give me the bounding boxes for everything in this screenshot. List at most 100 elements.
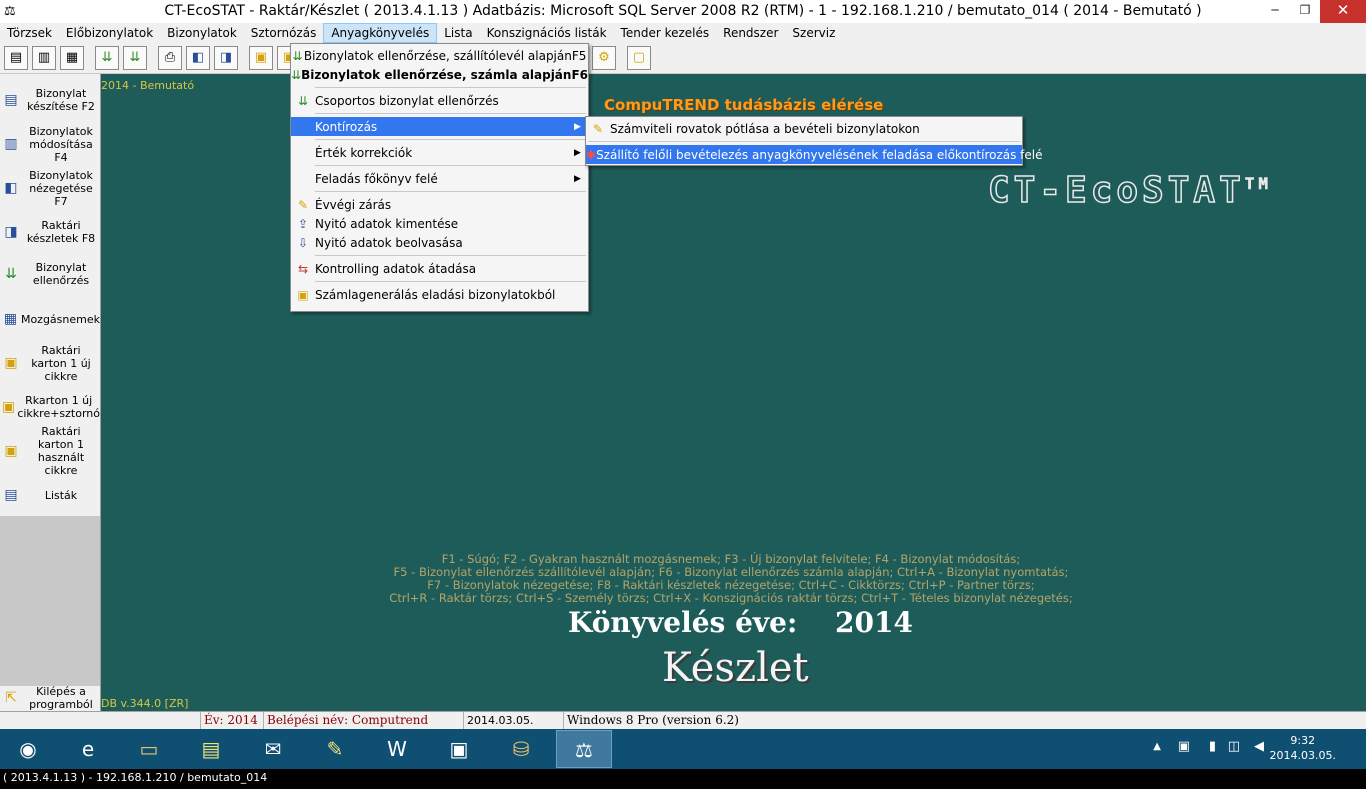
status-login-text: Belépési név: Computrend	[267, 713, 429, 727]
year-value: 2014	[835, 606, 913, 639]
start-button[interactable]: ◉	[0, 730, 56, 768]
status-os-text: Windows 8 Pro (version 6.2)	[567, 713, 739, 727]
sidebar-item-label: Bizonylatok módosítása F4	[29, 124, 93, 164]
sidebar-item-raktari-karton-hasznalt[interactable]: ▣ Raktári karton 1 használt cikkre	[0, 425, 100, 477]
tray-volume-icon[interactable]: ◀	[1254, 739, 1264, 754]
menu-item-kontrolling[interactable]: ⇆ Kontrolling adatok átadása	[291, 259, 588, 278]
sidebar-item-raktari-karton-uj[interactable]: ▣ Raktári karton 1 új cikkre	[0, 344, 100, 383]
tray-expand-icon[interactable]: ▲	[1153, 741, 1161, 752]
menu-separator	[315, 139, 586, 140]
toolbar: ▤ ▥ ▦ ⇊ ⇊ ⎙ ◧ ◨ ▣ ▣ ⚙ ▢	[0, 43, 1366, 74]
sidebar-item-label: Rkarton 1 új cikkre+sztornó	[17, 394, 101, 420]
outlook-icon[interactable]: ✉	[245, 730, 301, 768]
explorer-icon[interactable]: ▭	[121, 730, 177, 768]
view-stock-icon[interactable]: ◨	[214, 46, 238, 70]
help-line: Ctrl+R - Raktár törzs; Ctrl+S - Személy …	[389, 591, 1073, 605]
sidebar-item-label: Bizonylat készítése F2	[27, 87, 95, 113]
document-list-icon[interactable]: ▦	[60, 46, 84, 70]
tray-network-icon[interactable]: ◫	[1228, 739, 1240, 754]
maximize-button[interactable]: ❐	[1290, 0, 1320, 23]
menu-separator	[315, 165, 586, 166]
view-icon[interactable]: ◧	[186, 46, 210, 70]
knowledge-base-link[interactable]: CompuTREND tudásbázis elérése	[604, 96, 883, 114]
menu-item-label: Bizonylatok ellenőrzése, szállítólevél a…	[303, 48, 572, 63]
ie-icon[interactable]: e	[60, 730, 116, 768]
logo-text: CT-EcoSTAT	[987, 169, 1245, 212]
settings-icon[interactable]: ⚙	[592, 46, 616, 70]
save-icon[interactable]: ▣	[431, 730, 487, 768]
close-button[interactable]: ✕	[1320, 0, 1366, 23]
menu-item-feladas-fokonyv[interactable]: Feladás főkönyv felé ▶	[291, 169, 588, 188]
clock-date: 2014.03.05.	[1269, 749, 1336, 762]
check-icon: ⇊	[5, 266, 17, 282]
sidebar-item-label: Bizonylatok nézegetése F7	[29, 168, 93, 208]
status-year-text: Év: 2014	[204, 713, 258, 727]
submenu-item-szallito-feloli[interactable]: ✱ Szállító felőli bevételezés anyagkönyv…	[586, 145, 1043, 164]
menu-item-evvegi-zaras[interactable]: ✎ Évvégi zárás	[291, 195, 588, 214]
document-icon: ▤	[4, 92, 18, 108]
clipboard-icon[interactable]: ▤	[183, 730, 239, 768]
stock-icon: ◨	[4, 224, 18, 240]
tray-monitor-icon[interactable]: ▣	[1178, 739, 1190, 754]
check-icon[interactable]: ⇊	[95, 46, 119, 70]
sidebar-item-bizonylat-ellenorzes[interactable]: ⇊ Bizonylat ellenőrzés	[0, 258, 100, 290]
new-document-icon[interactable]: ▤	[4, 46, 28, 70]
menu-item-kontirozas[interactable]: Kontírozás ▶	[291, 117, 588, 136]
menu-item-szamlageneralas[interactable]: ▣ Számlagenerálás eladási bizonylatokból	[291, 285, 588, 304]
menu-elobizonylatok[interactable]: Előbizonylatok	[59, 23, 160, 43]
check-invoice-icon[interactable]: ⇊	[123, 46, 147, 70]
menu-lista[interactable]: Lista	[437, 23, 479, 43]
sidebar-item-bizonylatok-nezegetese[interactable]: ◧ Bizonylatok nézegetése F7	[0, 166, 100, 210]
tray-power-icon[interactable]: ▮	[1209, 739, 1216, 754]
menu-torzsek[interactable]: Törzsek	[0, 23, 59, 43]
menu-item-ellenorzes-szallitolevel[interactable]: ⇊ Bizonylatok ellenőrzése, szállítólevél…	[291, 46, 588, 65]
sidebar-item-kilepes[interactable]: ⇱ Kilépés a programból	[0, 685, 100, 711]
year-label: Könyvelés éve:	[568, 606, 798, 639]
invoice-icon: ▣	[297, 287, 309, 302]
menu-szerviz[interactable]: Szerviz	[785, 23, 842, 43]
clock[interactable]: 9:32 2014.03.05.	[1270, 733, 1336, 763]
note-icon[interactable]: ▢	[627, 46, 651, 70]
menu-item-csoportos-ellenorzes[interactable]: ⇊ Csoportos bizonylat ellenőrzés	[291, 91, 588, 110]
sidebar-item-bizonylatok-modositasa[interactable]: ▥ Bizonylatok módosítása F4	[0, 122, 100, 166]
menu-item-label: Bizonylatok ellenőrzése, számla alapján	[301, 67, 572, 82]
edit-document-icon[interactable]: ▥	[32, 46, 56, 70]
sidebar-item-raktari-keszletek[interactable]: ◨ Raktári készletek F8	[0, 210, 100, 254]
menu-item-nyito-kimentese[interactable]: ⇪ Nyitó adatok kimentése	[291, 214, 588, 233]
minimize-button[interactable]: ─	[1260, 0, 1290, 23]
notes-icon[interactable]: ✎	[307, 730, 363, 768]
menu-konszignacios-listak[interactable]: Konszignációs listák	[480, 23, 614, 43]
status-year: Év: 2014	[200, 712, 263, 729]
sidebar-item-mozgasnemek[interactable]: ▦ Mozgásnemek	[0, 310, 100, 328]
check-icon: ⇊	[292, 48, 303, 63]
menu-bizonylatok[interactable]: Bizonylatok	[160, 23, 244, 43]
menu-sztornozas[interactable]: Sztornózás	[244, 23, 324, 43]
list-icon: ▤	[4, 487, 18, 503]
word-icon[interactable]: W	[369, 730, 425, 768]
menu-tender-kezeles[interactable]: Tender kezelés	[614, 23, 717, 43]
status-os: Windows 8 Pro (version 6.2)	[563, 712, 763, 729]
menu-item-label: Csoportos bizonylat ellenőrzés	[315, 93, 499, 108]
menu-separator	[588, 141, 1020, 142]
folder-icon[interactable]: ▣	[249, 46, 273, 70]
document-view-icon: ◧	[4, 180, 18, 196]
kontirozas-submenu: ✎ Számviteli rovatok pótlása a bevételi …	[585, 116, 1043, 166]
submenu-item-szamviteli-rovatok[interactable]: ✎ Számviteli rovatok pótlása a bevételi …	[586, 119, 1022, 138]
print-icon[interactable]: ⎙	[158, 46, 182, 70]
menu-item-ertek-korrekciok[interactable]: Érték korrekciók ▶	[291, 143, 588, 162]
menu-separator	[315, 281, 586, 282]
sidebar-item-listak[interactable]: ▤ Listák	[0, 486, 100, 504]
menu-rendszer[interactable]: Rendszer	[716, 23, 785, 43]
sidebar-item-bizonylat-keszitese[interactable]: ▤ Bizonylat készítése F2	[0, 78, 100, 122]
ecostat-task[interactable]: ⚖	[556, 730, 612, 768]
coins-icon[interactable]: ⛁	[493, 730, 549, 768]
star-icon: ✱	[586, 147, 597, 162]
menu-item-label: Feladás főkönyv felé	[315, 171, 438, 186]
menu-item-nyito-beolvasasa[interactable]: ⇩ Nyitó adatok beolvasása	[291, 233, 588, 252]
menu-item-shortcut: F6	[571, 67, 588, 82]
menu-anyagkonyveles[interactable]: Anyagkönyvelés	[323, 23, 438, 43]
menu-item-ellenorzes-szamla[interactable]: ⇊ Bizonylatok ellenőrzése, számla alapjá…	[291, 65, 588, 84]
chevron-right-icon: ▶	[574, 173, 581, 184]
sidebar-item-rkarton-sztorno[interactable]: ▣ Rkarton 1 új cikkre+sztornó	[0, 392, 100, 422]
document-edit-icon: ▥	[4, 136, 18, 152]
